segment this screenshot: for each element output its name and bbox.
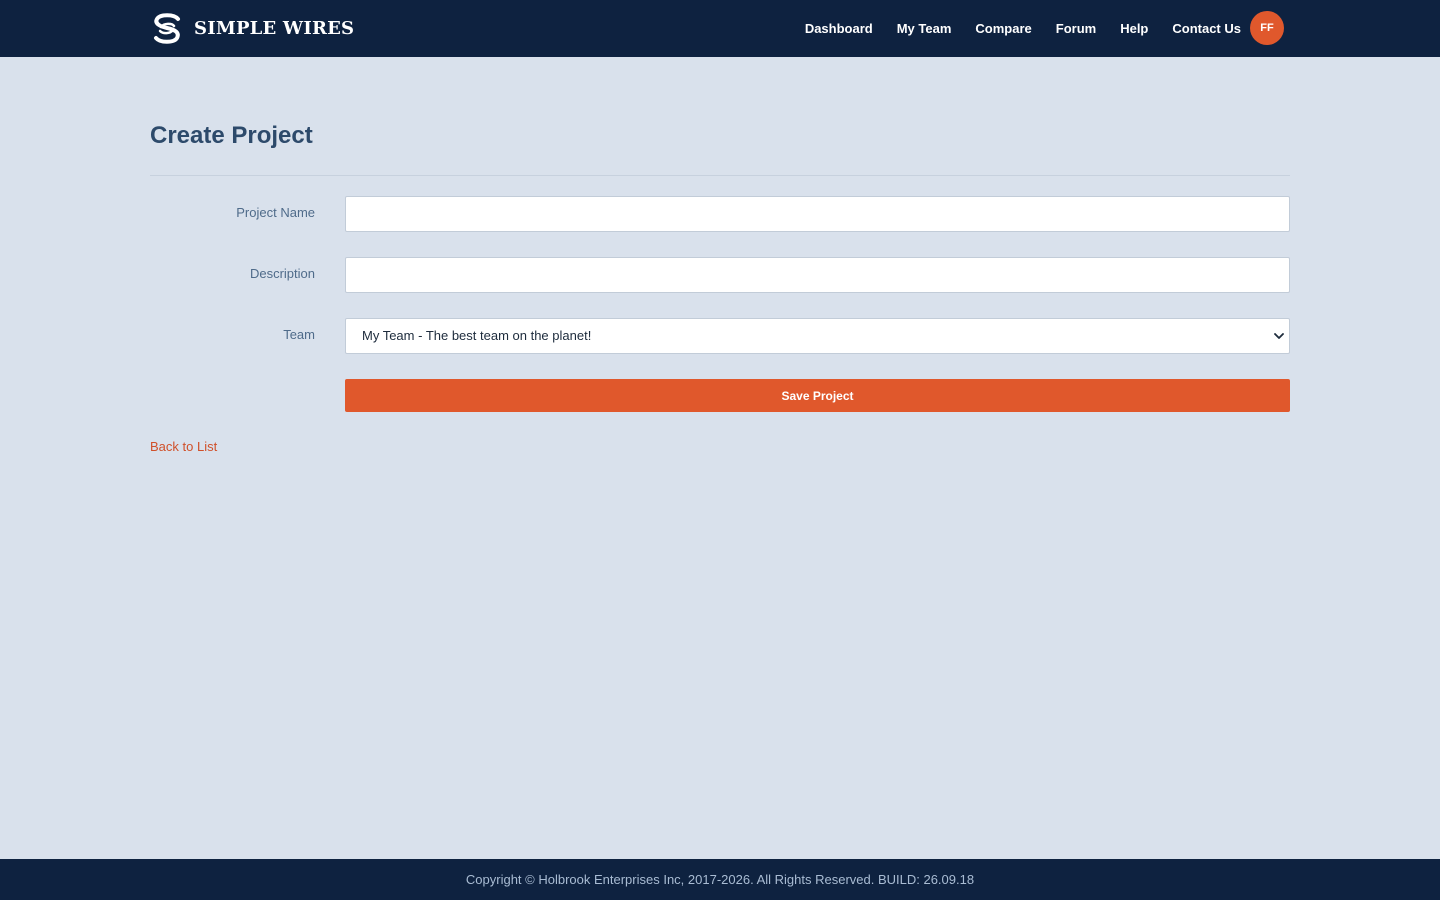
user-avatar[interactable]: FF [1250,11,1284,45]
nav-dashboard-link[interactable]: Dashboard [805,21,873,36]
page-footer: Copyright © Holbrook Enterprises Inc, 20… [0,859,1440,900]
team-select-value: My Team - The best team on the planet! [362,328,592,343]
back-to-list-link[interactable]: Back to List [150,439,217,454]
project-name-row: Project Name [150,196,1290,232]
brand-home-link[interactable]: SIMPLE WIRES [150,11,354,45]
brand-logo-icon [154,13,180,44]
main-nav: Dashboard My Team Compare Forum Help Con… [805,11,1284,45]
description-row: Description [150,257,1290,293]
project-name-input[interactable] [345,196,1290,232]
save-project-button[interactable]: Save Project [345,379,1290,412]
nav-forum-link[interactable]: Forum [1056,21,1096,36]
brand-name: SIMPLE WIRES [194,17,355,39]
page-title: Create Project [150,122,313,149]
team-select[interactable]: My Team - The best team on the planet! [345,318,1290,354]
nav-contact-us-link[interactable]: Contact Us [1172,21,1241,36]
footer-copyright: Copyright © Holbrook Enterprises Inc, 20… [465,872,975,887]
top-navbar: SIMPLE WIRES Dashboard My Team Compare F… [0,0,1440,57]
chevron-down-icon [1274,333,1284,339]
description-label: Description [249,266,315,281]
team-row: Team My Team - The best team on the plan… [150,318,1290,354]
title-divider [150,175,1290,176]
description-input[interactable] [345,257,1290,293]
nav-my-team-link[interactable]: My Team [897,21,952,36]
nav-compare-link[interactable]: Compare [975,21,1031,36]
project-name-label: Project Name [236,205,315,220]
team-label: Team [283,327,315,342]
nav-help-link[interactable]: Help [1120,21,1148,36]
